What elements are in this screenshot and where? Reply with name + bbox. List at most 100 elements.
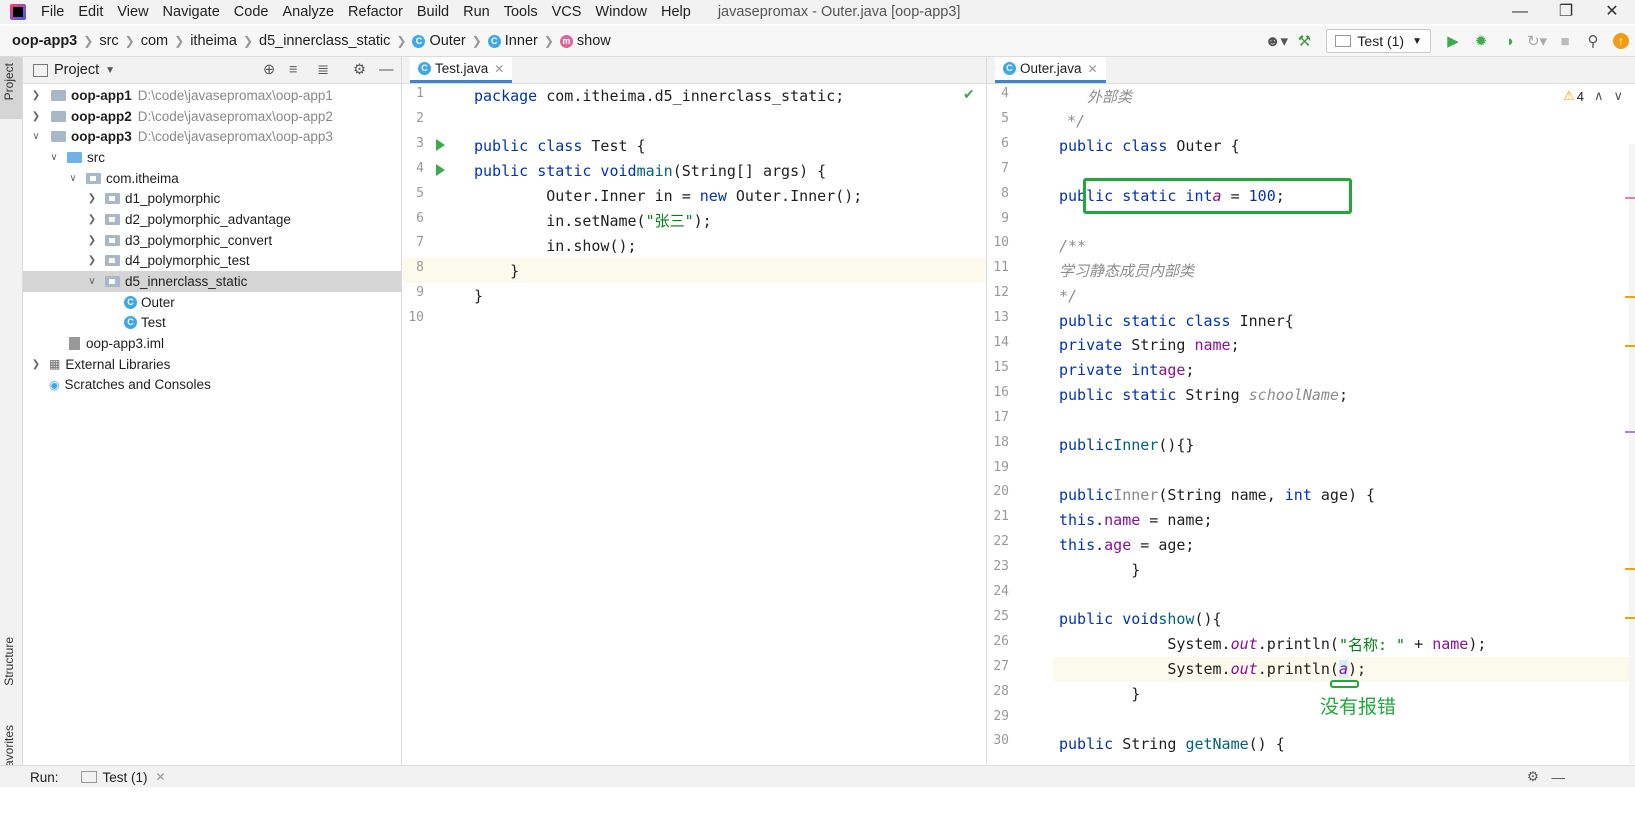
scrollbar[interactable] (1629, 144, 1635, 764)
tree-label: com.itheima (106, 170, 179, 186)
chevron-down-icon[interactable]: ▼ (105, 65, 115, 76)
menu-refactor[interactable]: Refactor (341, 4, 410, 20)
minimize-icon[interactable]: — (1497, 0, 1543, 24)
close-icon[interactable]: ✕ (156, 770, 166, 784)
run-configuration-select[interactable]: Test (1) ▼ (1326, 29, 1431, 53)
chevron-up-icon[interactable]: ∧ (1594, 88, 1604, 104)
tree-item-d3[interactable]: ❯ d3_polymorphic_convert (23, 230, 401, 251)
editor-outer-java[interactable]: C Outer.java ✕ ⚠ 4 ∧ ∨ 4 5 6 7 8 9 10 11… (987, 57, 1635, 765)
menu-run[interactable]: Run (456, 4, 497, 20)
breadcrumb-src[interactable]: src (95, 33, 122, 49)
close-icon[interactable]: ✕ (1088, 62, 1098, 76)
tree-item-oop-app1[interactable]: ❯ oop-app1 D:\code\javasepromax\oop-app1 (23, 85, 401, 106)
chevron-right-icon[interactable]: ❯ (29, 90, 43, 101)
tree-item-external-libraries[interactable]: ❯ ▦ External Libraries (23, 354, 401, 375)
tree-item-d2[interactable]: ❯ d2_polymorphic_advantage (23, 209, 401, 230)
chevron-down-icon[interactable]: ∨ (85, 276, 99, 287)
chevron-down-icon[interactable]: ∨ (47, 152, 61, 163)
tree-item-d5[interactable]: ∨ d5_innerclass_static (23, 271, 401, 292)
close-icon[interactable]: ✕ (494, 62, 504, 76)
tree-label: d4_polymorphic_test (125, 253, 250, 269)
chevron-right-icon[interactable]: ❯ (29, 111, 43, 122)
user-icon[interactable]: ☻▾ (1262, 29, 1290, 53)
tree-label: oop-app2 (71, 108, 132, 124)
run-output-area[interactable] (0, 787, 1635, 822)
code-line: public class Outer { (1059, 137, 1240, 156)
chevron-right-icon[interactable]: ❯ (85, 235, 99, 246)
editor-test-java[interactable]: C Test.java ✕ 1 2 3 4 5 6 7 8 9 10 ✔ pac… (402, 57, 987, 765)
line-number: 17 (993, 409, 1009, 425)
run-gutter-icon[interactable] (436, 164, 445, 176)
run-tab[interactable]: Test (1) ✕ (80, 770, 166, 785)
breadcrumb-inner[interactable]: C Inner (484, 33, 542, 49)
menu-window[interactable]: Window (588, 4, 654, 20)
chevron-right-icon[interactable]: ❯ (85, 255, 99, 266)
hide-panel-icon[interactable]: — (379, 62, 394, 78)
restore-icon[interactable]: ❐ (1543, 0, 1589, 24)
code-area[interactable]: ⚠ 4 ∧ ∨ 4 5 6 7 8 9 10 11 12 13 14 15 16… (987, 84, 1635, 765)
build-hammer-icon[interactable]: ⚒ (1290, 29, 1318, 53)
menu-analyze[interactable]: Analyze (275, 4, 341, 20)
chevron-right-icon[interactable]: ❯ (85, 193, 99, 204)
config-icon (1335, 35, 1352, 47)
gear-icon[interactable]: ⚙ (1527, 769, 1539, 785)
tab-outer-java[interactable]: C Outer.java ✕ (995, 57, 1106, 83)
stop-icon[interactable]: ■ (1551, 29, 1579, 53)
menu-tools[interactable]: Tools (497, 4, 545, 20)
tree-item-scratches[interactable]: ◉ Scratches and Consoles (23, 375, 401, 396)
scratches-icon: ◉ (49, 377, 60, 392)
gear-icon[interactable]: ⚙ (353, 62, 366, 78)
breadcrumb-itheima[interactable]: itheima (186, 33, 241, 49)
breadcrumb-com[interactable]: com (137, 33, 172, 49)
tree-item-d1[interactable]: ❯ d1_polymorphic (23, 188, 401, 209)
tab-test-java[interactable]: C Test.java ✕ (410, 57, 513, 83)
tree-item-src[interactable]: ∨ src (23, 147, 401, 168)
profile-icon[interactable]: ↻▾ (1523, 29, 1551, 53)
code-line: in.setName("张三"); (474, 211, 712, 231)
project-view-select[interactable]: Project (54, 62, 99, 78)
tree-item-outer[interactable]: C Outer (23, 292, 401, 313)
menu-view[interactable]: View (110, 4, 155, 20)
run-icon[interactable]: ▶ (1439, 29, 1467, 53)
chevron-right-icon[interactable]: ❯ (29, 359, 43, 370)
chevron-down-icon[interactable]: ∨ (66, 173, 80, 184)
menu-file[interactable]: File (34, 4, 71, 20)
menu-edit[interactable]: Edit (71, 4, 110, 20)
menu-build[interactable]: Build (410, 4, 456, 20)
menu-help[interactable]: Help (654, 4, 698, 20)
menu-navigate[interactable]: Navigate (156, 4, 227, 20)
close-icon[interactable]: ✕ (1589, 0, 1635, 24)
chevron-right-icon[interactable]: ❯ (85, 214, 99, 225)
breadcrumb-project[interactable]: oop-app3 (0, 33, 81, 49)
debug-icon[interactable]: ✹ (1467, 29, 1495, 53)
chevron-down-icon[interactable]: ∨ (1613, 88, 1623, 104)
update-icon[interactable]: ↑ (1607, 29, 1635, 53)
tree-item-iml[interactable]: oop-app3.iml (23, 333, 401, 354)
tree-item-d4[interactable]: ❯ d4_polymorphic_test (23, 251, 401, 272)
tree-item-com-itheima[interactable]: ∨ com.itheima (23, 168, 401, 189)
breadcrumb-package[interactable]: d5_innerclass_static (255, 33, 394, 49)
chevron-down-icon[interactable]: ∨ (29, 131, 43, 142)
breadcrumb-show[interactable]: m show (556, 33, 615, 49)
tree-path: D:\code\javasepromax\oop-app2 (137, 108, 333, 124)
structure-tool-tab[interactable]: Structure (2, 637, 16, 686)
line-number: 6 (416, 210, 424, 226)
menu-code[interactable]: Code (227, 4, 276, 20)
tree-item-test[interactable]: C Test (23, 313, 401, 334)
checkmark-icon: ✔ (963, 86, 975, 102)
tree-item-oop-app3[interactable]: ∨ oop-app3 D:\code\javasepromax\oop-app3 (23, 126, 401, 147)
search-icon[interactable]: ⚲ (1579, 29, 1607, 53)
tree-item-oop-app2[interactable]: ❯ oop-app2 D:\code\javasepromax\oop-app2 (23, 106, 401, 127)
inspection-widget[interactable]: ⚠ 4 ∧ ∨ (1563, 88, 1623, 104)
hide-panel-icon[interactable]: — (1552, 770, 1566, 785)
expand-all-icon[interactable]: ≡ (289, 62, 297, 78)
menu-vcs[interactable]: VCS (545, 4, 589, 20)
collapse-all-icon[interactable]: ≣ (317, 62, 329, 78)
locate-icon[interactable]: ⊕ (263, 62, 275, 78)
run-gutter-icon[interactable] (436, 139, 445, 151)
code-area[interactable]: 1 2 3 4 5 6 7 8 9 10 ✔ package com.ithei… (402, 84, 986, 765)
code-line: } (1059, 560, 1141, 579)
coverage-icon[interactable]: ◑ (1495, 29, 1523, 53)
project-tool-tab[interactable]: Project (2, 63, 16, 100)
breadcrumb-outer[interactable]: C Outer (408, 33, 469, 49)
